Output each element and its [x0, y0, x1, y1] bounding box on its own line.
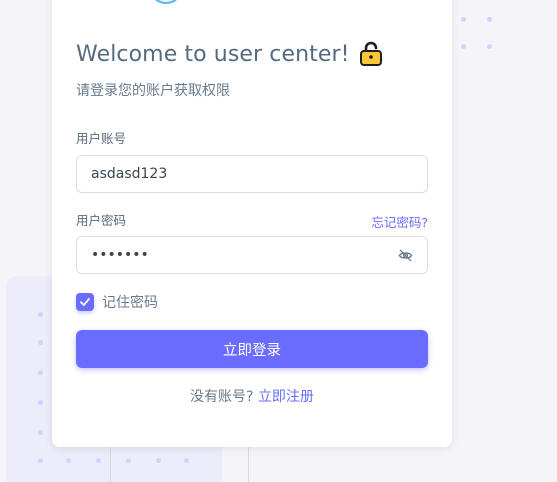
- password-field: [76, 236, 428, 274]
- decorative-dot: [38, 312, 43, 317]
- decorative-dot: [38, 430, 43, 435]
- eye-off-icon[interactable]: [398, 248, 413, 263]
- decorative-dot: [487, 17, 492, 22]
- remember-label: 记住密码: [102, 295, 158, 311]
- decorative-dot: [66, 458, 71, 463]
- remember-password-toggle[interactable]: 记住密码: [76, 292, 158, 312]
- decorative-dot: [487, 44, 492, 49]
- page-subtitle: 请登录您的账户获取权限: [76, 83, 230, 99]
- decorative-dot: [38, 400, 43, 405]
- page: Welcome to user center! 请登录您的账户获取权限 用户账号…: [0, 0, 557, 482]
- decorative-dot: [96, 458, 101, 463]
- account-input[interactable]: [77, 156, 427, 192]
- decorative-dot: [156, 458, 161, 463]
- decorative-dot: [38, 340, 43, 345]
- account-label: 用户账号: [76, 131, 127, 146]
- lock-icon: [359, 41, 382, 66]
- decorative-dot: [38, 370, 43, 375]
- decorative-dot: [126, 458, 131, 463]
- brand-logo-icon: [149, 0, 183, 4]
- welcome-header: Welcome to user center!: [76, 41, 384, 67]
- register-prompt: 没有账号? 立即注册: [52, 386, 452, 406]
- decorative-dot: [461, 44, 466, 49]
- login-card: Welcome to user center! 请登录您的账户获取权限 用户账号…: [52, 0, 452, 447]
- check-icon: [80, 298, 90, 306]
- remember-checkbox[interactable]: [76, 293, 94, 311]
- no-account-text: 没有账号?: [190, 389, 254, 405]
- decorative-dot: [461, 17, 466, 22]
- forgot-password-link[interactable]: 忘记密码?: [371, 212, 428, 231]
- decorative-dot: [184, 458, 189, 463]
- account-field: [76, 155, 428, 193]
- password-label: 用户密码: [76, 213, 127, 228]
- decorative-dot: [38, 458, 43, 463]
- password-input[interactable]: [77, 237, 427, 273]
- register-link[interactable]: 立即注册: [258, 389, 314, 405]
- page-title: Welcome to user center!: [76, 41, 350, 67]
- login-button[interactable]: 立即登录: [76, 330, 428, 368]
